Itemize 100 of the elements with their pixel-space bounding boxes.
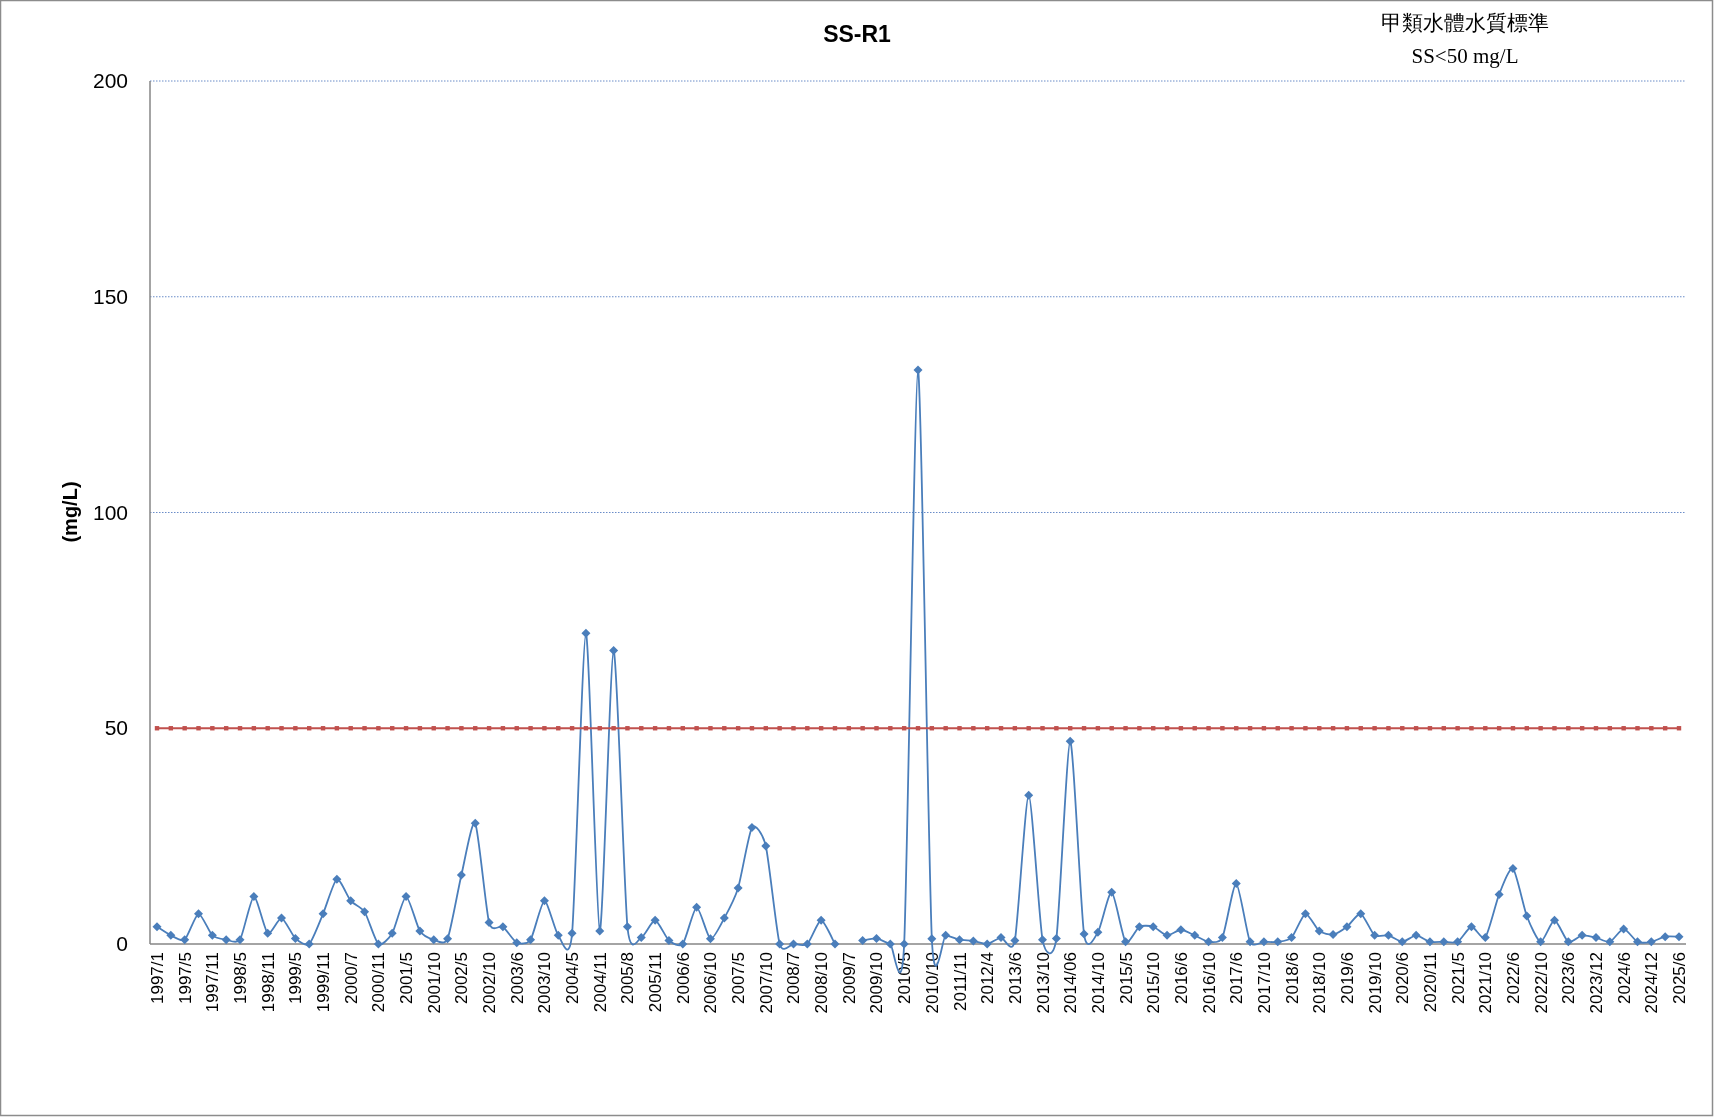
data-point — [1231, 879, 1241, 889]
data-point — [194, 909, 203, 919]
x-tick-label: 2008/10 — [812, 952, 832, 1014]
data-point — [473, 726, 478, 731]
data-point — [207, 930, 217, 940]
data-point — [307, 726, 312, 731]
data-point — [265, 726, 270, 731]
data-point — [1522, 911, 1532, 921]
data-point — [1674, 932, 1684, 942]
data-point — [500, 726, 506, 731]
data-point — [639, 726, 644, 731]
x-tick-label: 2006/10 — [701, 952, 721, 1014]
data-point — [1425, 937, 1435, 947]
x-tick-label: 2021/10 — [1476, 952, 1496, 1014]
data-point — [376, 726, 381, 731]
data-point — [1303, 726, 1308, 731]
annotation-text: 甲類水體水質標準 — [1381, 11, 1549, 35]
data-point — [609, 646, 619, 656]
data-point — [957, 726, 962, 731]
data-point — [1566, 726, 1571, 731]
data-point — [1635, 726, 1640, 731]
x-tick-label: 2025/6 — [1670, 952, 1689, 1004]
data-point — [224, 726, 229, 731]
data-point — [747, 823, 757, 832]
data-point — [899, 939, 909, 949]
data-point — [180, 935, 190, 945]
x-tick-label: 2018/6 — [1282, 952, 1302, 1004]
data-point — [846, 726, 851, 731]
data-point — [360, 907, 370, 917]
data-point — [735, 726, 741, 731]
data-point — [1162, 930, 1172, 940]
data-point — [788, 939, 798, 949]
data-point — [456, 870, 466, 880]
data-point — [885, 939, 895, 949]
x-tick-label: 2018/10 — [1310, 952, 1330, 1014]
x-tick-label: 2020/6 — [1393, 952, 1413, 1004]
data-point — [597, 726, 602, 731]
data-point — [168, 726, 174, 731]
data-point — [1483, 726, 1488, 731]
data-point — [1649, 726, 1654, 731]
x-tick-label: 2002/5 — [452, 952, 472, 1004]
x-tick-label: 1998/11 — [258, 952, 278, 1013]
data-point — [431, 726, 436, 731]
data-point — [998, 726, 1004, 731]
data-point — [1344, 726, 1350, 731]
data-point — [539, 896, 549, 906]
data-point — [1441, 726, 1446, 731]
data-point — [1317, 726, 1322, 731]
data-point — [182, 726, 187, 731]
data-point — [913, 365, 923, 375]
data-point — [1508, 864, 1518, 873]
data-point — [542, 726, 547, 731]
x-tick-label: 2022/10 — [1531, 952, 1551, 1014]
data-point — [982, 939, 992, 949]
data-point — [1151, 726, 1156, 731]
x-tick-label: 2008/7 — [784, 952, 804, 1004]
data-point — [1411, 930, 1421, 940]
data-point — [556, 726, 561, 731]
chart-title: SS-R1 — [823, 21, 891, 47]
x-tick-label: 2021/5 — [1448, 952, 1468, 1004]
data-point — [429, 935, 439, 945]
data-point — [1038, 935, 1048, 945]
data-point — [1079, 929, 1089, 939]
data-point — [1051, 933, 1061, 943]
data-point — [1148, 922, 1158, 932]
data-point — [196, 726, 201, 731]
x-tick-label: 2010/10 — [922, 952, 942, 1014]
data-point — [1095, 726, 1101, 731]
data-point — [320, 726, 326, 731]
data-point — [166, 930, 176, 940]
x-tick-label: 2001/5 — [397, 952, 417, 1004]
data-point — [761, 841, 771, 851]
x-tick-label: 2000/7 — [341, 952, 361, 1004]
data-point — [1012, 726, 1018, 731]
x-tick-label: 1999/5 — [286, 952, 306, 1004]
data-point — [263, 928, 273, 938]
data-point — [860, 726, 865, 731]
data-point — [1121, 937, 1131, 947]
x-tick-label: 2024/6 — [1614, 952, 1634, 1004]
data-point — [362, 726, 367, 731]
data-point — [1453, 937, 1463, 947]
data-point — [802, 939, 812, 949]
x-tick-label: 2019/10 — [1365, 952, 1385, 1014]
data-point — [1107, 887, 1117, 897]
data-point — [237, 726, 243, 731]
data-point — [1093, 927, 1103, 937]
y-tick-label: 50 — [104, 716, 128, 740]
data-point — [1275, 726, 1280, 731]
data-point — [1287, 933, 1297, 943]
x-tick-label: 2006/6 — [673, 952, 693, 1004]
data-point — [569, 726, 575, 731]
x-tick-label: 2003/10 — [535, 952, 555, 1014]
data-point — [1234, 726, 1239, 731]
data-point — [1247, 726, 1253, 731]
data-point — [1383, 930, 1393, 940]
data-point — [348, 726, 353, 731]
data-point — [968, 936, 978, 946]
data-point — [567, 928, 577, 938]
x-tick-label: 2022/6 — [1503, 952, 1523, 1004]
data-point — [1469, 726, 1474, 731]
